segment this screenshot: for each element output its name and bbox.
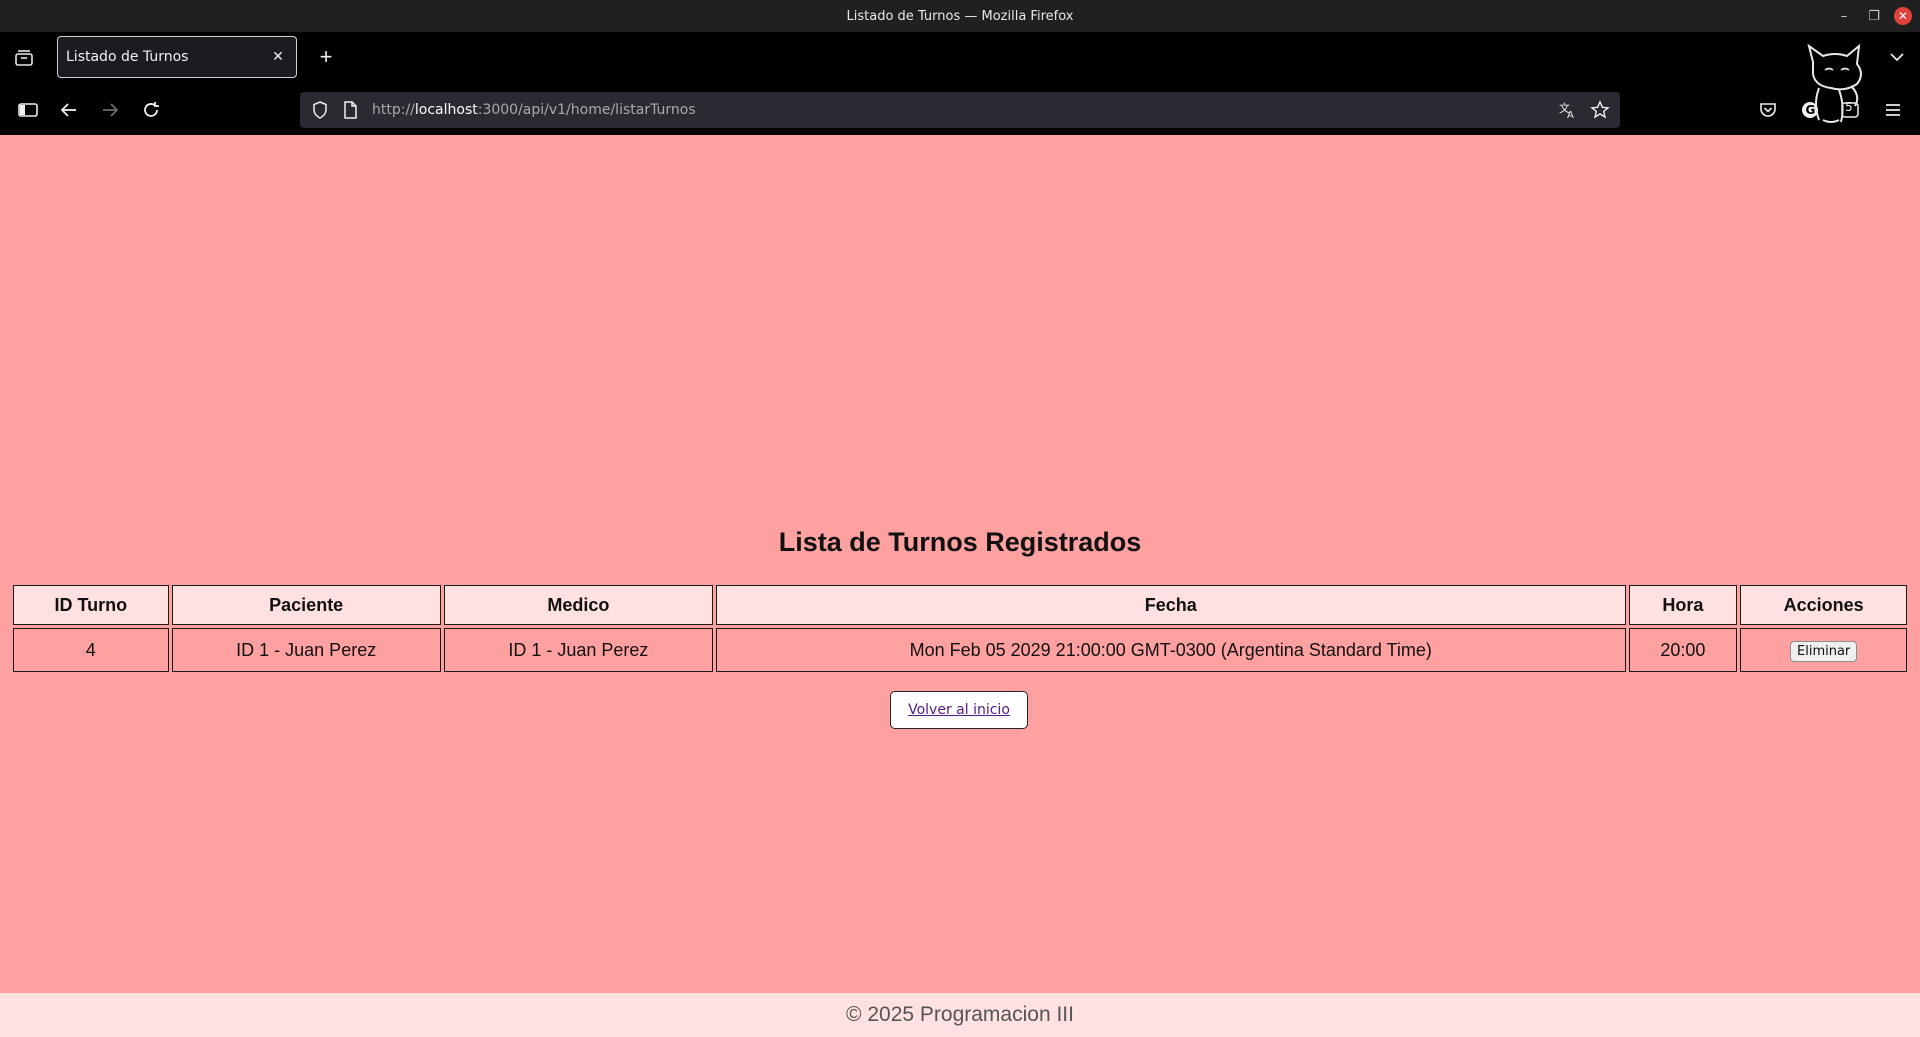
- url-host: localhost: [414, 102, 478, 118]
- tab-list-icon[interactable]: [12, 46, 36, 70]
- cell-medico: ID 1 - Juan Perez: [443, 628, 713, 672]
- url-bar[interactable]: http://localhost:3000/api/v1/home/listar…: [300, 92, 1620, 128]
- page-footer: © 2025 Programacion III: [0, 993, 1920, 1037]
- tab-strip: Listado de Turnos ✕ +: [0, 32, 1920, 86]
- footer-text: © 2025 Programacion III: [846, 1003, 1074, 1026]
- url-scheme: http://: [372, 102, 415, 118]
- cell-id: 4: [13, 628, 169, 672]
- column-header-hora: Hora: [1628, 585, 1738, 625]
- close-window-icon[interactable]: ✕: [1894, 7, 1912, 25]
- window-titlebar: Listado de Turnos — Mozilla Firefox – ❐ …: [0, 0, 1920, 32]
- back-link-box[interactable]: Volver al inicio: [890, 691, 1028, 729]
- url-path: :3000/api/v1/home/listarTurnos: [477, 102, 696, 118]
- table-header-row: ID Turno Paciente Medico Fecha Hora Acci…: [13, 585, 1907, 625]
- page-title: Lista de Turnos Registrados: [778, 527, 1142, 557]
- column-header-id: ID Turno: [13, 585, 169, 625]
- page-content: Lista de Turnos Registrados ID Turno Pac…: [0, 135, 1920, 993]
- cell-paciente: ID 1 - Juan Perez: [171, 628, 441, 672]
- navigation-bar: http://localhost:3000/api/v1/home/listar…: [0, 86, 1920, 135]
- reload-icon[interactable]: [140, 99, 162, 121]
- tab-close-icon[interactable]: ✕: [268, 47, 288, 67]
- new-tab-icon[interactable]: +: [314, 46, 338, 70]
- eliminar-button[interactable]: Eliminar: [1790, 640, 1858, 662]
- page-icon[interactable]: [340, 100, 360, 120]
- bookmark-star-icon[interactable]: [1590, 100, 1610, 120]
- tab-title: Listado de Turnos: [66, 49, 189, 65]
- pocket-icon[interactable]: [1757, 99, 1779, 121]
- cell-fecha: Mon Feb 05 2029 21:00:00 GMT-0300 (Argen…: [715, 628, 1626, 672]
- sidebar-icon[interactable]: [17, 99, 39, 121]
- cat-mascot-icon: [1807, 43, 1862, 123]
- cell-acciones: Eliminar: [1740, 628, 1907, 672]
- back-icon[interactable]: [58, 99, 80, 121]
- chevron-down-icon[interactable]: [1888, 48, 1906, 66]
- column-header-medico: Medico: [443, 585, 713, 625]
- forward-icon[interactable]: [99, 99, 121, 121]
- window-controls: – ❐ ✕: [1834, 0, 1912, 32]
- column-header-paciente: Paciente: [171, 585, 441, 625]
- translate-icon[interactable]: 文 A: [1558, 100, 1578, 120]
- cell-hora: 20:00: [1628, 628, 1738, 672]
- menu-icon[interactable]: [1882, 99, 1904, 121]
- column-header-fecha: Fecha: [715, 585, 1626, 625]
- url-text[interactable]: http://localhost:3000/api/v1/home/listar…: [372, 92, 696, 128]
- turnos-table: ID Turno Paciente Medico Fecha Hora Acci…: [10, 582, 1910, 675]
- restore-icon[interactable]: ❐: [1864, 6, 1884, 26]
- column-header-acciones: Acciones: [1740, 585, 1907, 625]
- shield-icon[interactable]: [310, 100, 330, 120]
- window-title: Listado de Turnos — Mozilla Firefox: [846, 8, 1074, 24]
- tab-active[interactable]: Listado de Turnos ✕: [57, 36, 297, 78]
- volver-al-inicio-link[interactable]: Volver al inicio: [908, 702, 1010, 718]
- svg-text:A: A: [1567, 110, 1574, 120]
- minimize-icon[interactable]: –: [1834, 6, 1854, 26]
- table-row: 4 ID 1 - Juan Perez ID 1 - Juan Perez Mo…: [13, 628, 1907, 672]
